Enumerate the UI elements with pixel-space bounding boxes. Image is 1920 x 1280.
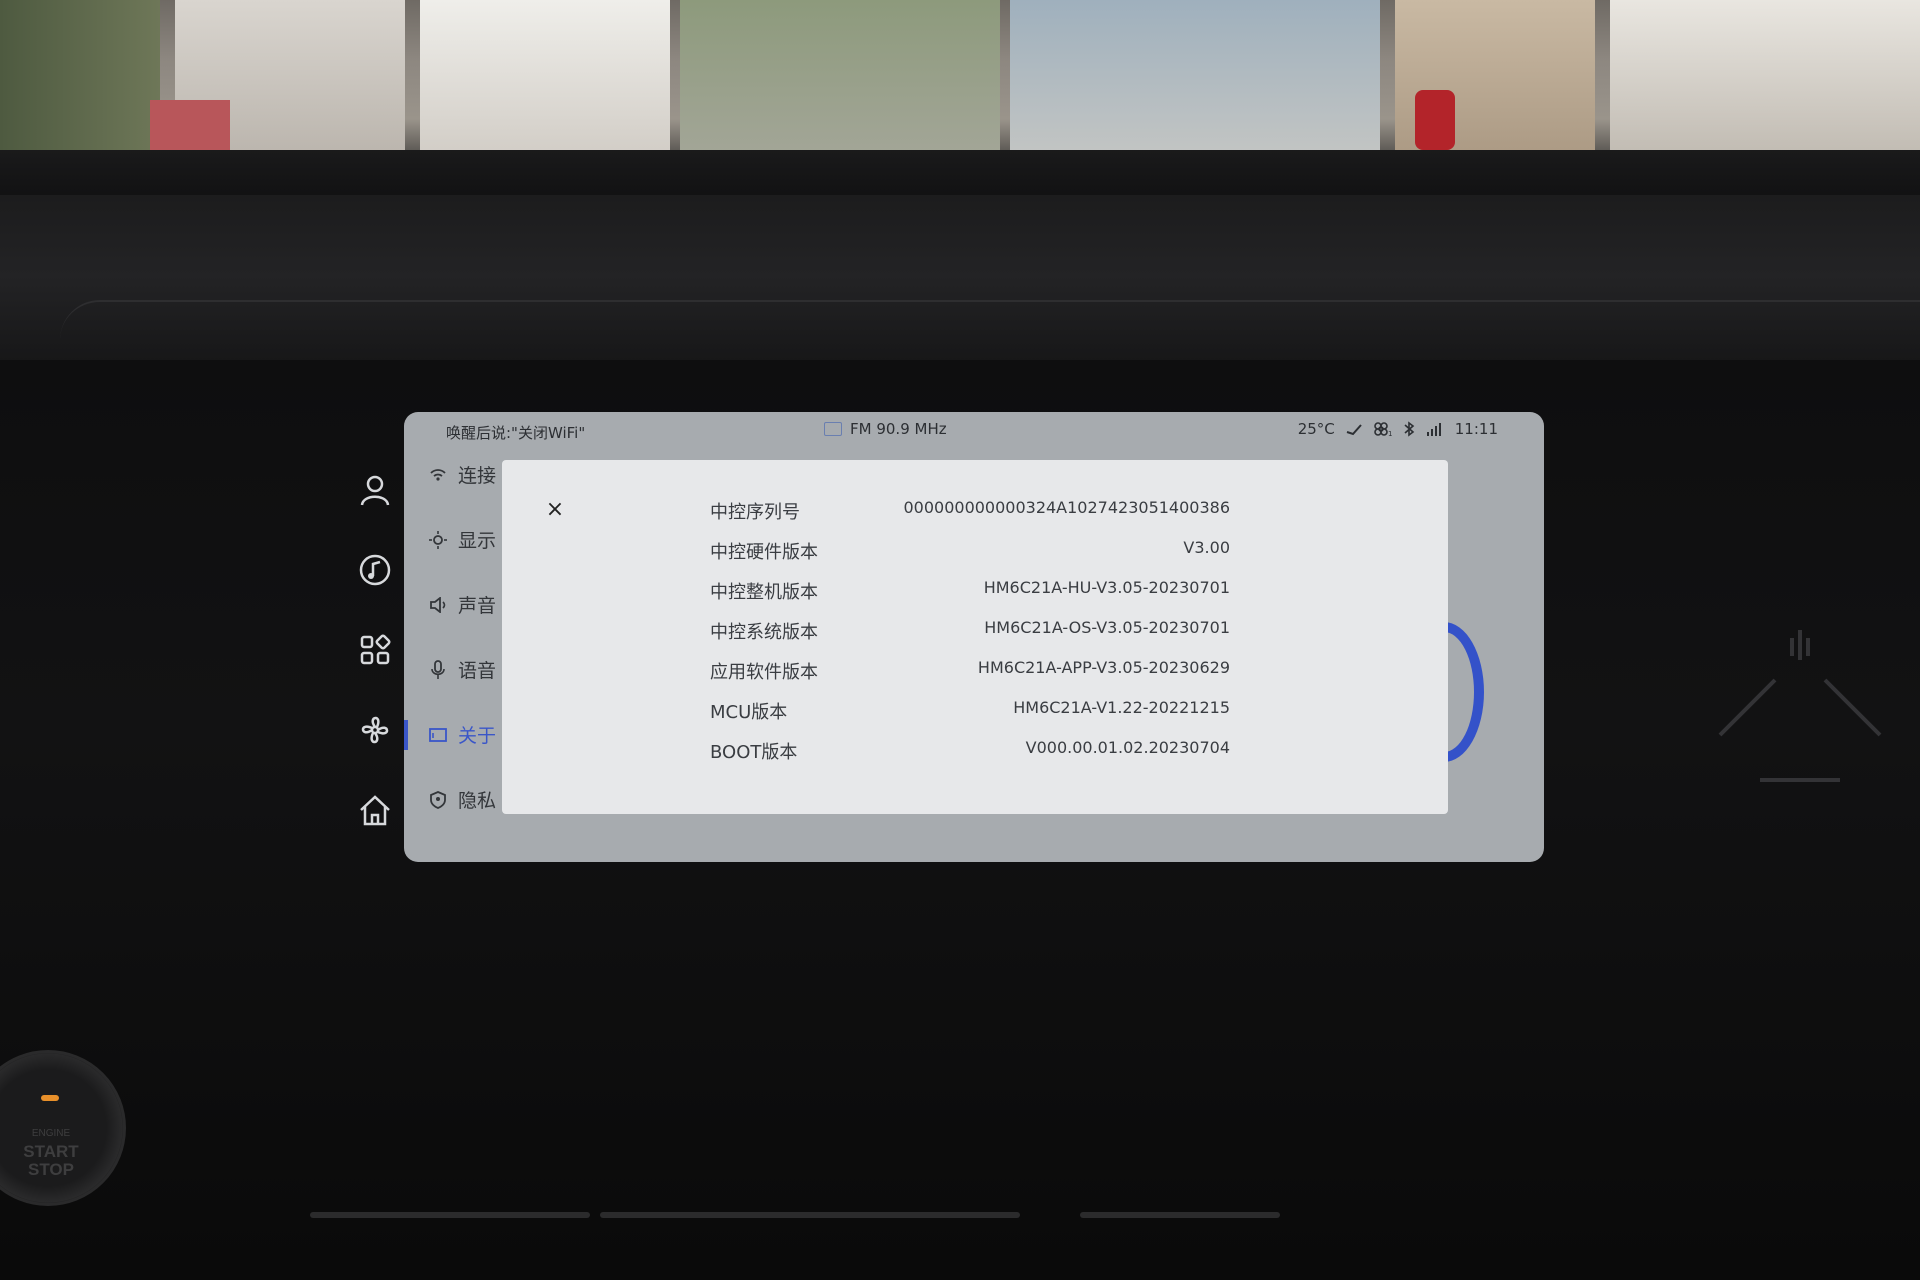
- close-button[interactable]: ×: [542, 496, 568, 522]
- info-row-serial: 中控序列号 000000000000324A1027423051400386: [710, 498, 1230, 528]
- microphone-icon: [428, 659, 448, 680]
- status-bar: 唤醒后说:"关闭WiFi" FM 90.9 MHz 25°C 1 11:11: [404, 412, 1544, 450]
- radio-frequency: FM 90.9 MHz: [850, 420, 947, 438]
- status-indicators: 25°C 1 11:11: [1298, 420, 1498, 438]
- start-button-label: ENGINE START STOP: [11, 1125, 91, 1179]
- settings-item-label: 隐私: [458, 790, 497, 812]
- info-key: BOOT版本: [710, 742, 798, 763]
- shield-icon: [428, 790, 448, 810]
- window-panel: [1610, 0, 1920, 170]
- info-row-mcu-version: MCU版本 HM6C21A-V1.22-20221215: [710, 698, 1230, 728]
- info-value: V3.00: [1183, 538, 1230, 557]
- info-key: 中控整机版本: [710, 582, 818, 603]
- info-value: HM6C21A-V1.22-20221215: [1013, 698, 1230, 717]
- speaker-icon: [428, 595, 448, 615]
- info-key: 中控系统版本: [710, 622, 818, 643]
- info-row-hardware-version: 中控硬件版本 V3.00: [710, 538, 1230, 568]
- signal-icon: [1426, 423, 1441, 436]
- vent-slat: [310, 1212, 590, 1218]
- dashboard-ridge: [60, 300, 1920, 362]
- user-icon[interactable]: [340, 450, 410, 530]
- info-key: 中控序列号: [710, 502, 800, 523]
- info-row-boot-version: BOOT版本 V000.00.01.02.20230704: [710, 738, 1230, 768]
- info-key: 中控硬件版本: [710, 542, 818, 563]
- music-icon[interactable]: [340, 530, 410, 610]
- bluetooth-icon: [1404, 421, 1415, 437]
- fan-icon[interactable]: [340, 690, 410, 770]
- svg-text:1: 1: [1388, 430, 1392, 437]
- info-row-app-version: 应用软件版本 HM6C21A-APP-V3.05-20230629: [710, 658, 1230, 688]
- temperature: 25°C: [1297, 420, 1335, 438]
- settings-item-label: 关于: [458, 725, 497, 747]
- infotainment-screen: 唤醒后说:"关闭WiFi" FM 90.9 MHz 25°C 1 11:11 连…: [404, 412, 1544, 862]
- info-value: HM6C21A-APP-V3.05-20230629: [977, 658, 1230, 677]
- brightness-icon: [428, 530, 448, 550]
- showroom-background: [0, 0, 1920, 170]
- info-row-system-version: 中控系统版本 HM6C21A-OS-V3.05-20230701: [710, 618, 1230, 648]
- info-value: HM6C21A-HU-V3.05-20230701: [983, 578, 1230, 597]
- stop-label: STOP: [28, 1160, 74, 1179]
- radio-status[interactable]: FM 90.9 MHz: [824, 420, 947, 438]
- info-value: 000000000000324A1027423051400386: [903, 498, 1230, 517]
- settings-item-label: 显示: [458, 530, 497, 552]
- engine-label: ENGINE: [31, 1128, 71, 1139]
- info-row-unit-version: 中控整机版本 HM6C21A-HU-V3.05-20230701: [710, 578, 1230, 608]
- hud-projection-icon: [1718, 630, 1882, 782]
- settings-item-label: 连接: [458, 465, 497, 487]
- about-dialog: × 中控序列号 000000000000324A1027423051400386…: [502, 460, 1448, 814]
- vent-slat: [1080, 1212, 1280, 1218]
- vent-slat: [600, 1212, 1020, 1218]
- cloud-icon: [1346, 424, 1362, 436]
- apps-icon[interactable]: [340, 610, 410, 690]
- window-panel: [680, 0, 1000, 170]
- radio-icon: [824, 422, 842, 436]
- window-panel: [420, 0, 670, 170]
- clock: 11:11: [1454, 420, 1498, 438]
- start-label: START: [23, 1142, 79, 1161]
- voice-wake-hint: 唤醒后说:"关闭WiFi": [446, 424, 586, 442]
- info-value: V000.00.01.02.20230704: [1025, 738, 1230, 757]
- side-dock: [340, 450, 410, 850]
- red-decoration: [1415, 90, 1455, 150]
- info-card-icon: [428, 725, 448, 745]
- red-object: [150, 100, 230, 155]
- info-key: MCU版本: [710, 702, 788, 723]
- tree-area: [0, 0, 160, 170]
- window-panel: [1010, 0, 1380, 170]
- info-value: HM6C21A-OS-V3.05-20230701: [984, 618, 1230, 637]
- settings-item-label: 声音: [458, 595, 497, 617]
- fan-icon: 1: [1373, 422, 1392, 437]
- wifi-icon: [428, 465, 448, 485]
- active-indicator: [404, 720, 408, 750]
- info-key: 应用软件版本: [710, 662, 818, 683]
- start-indicator-led: [41, 1095, 59, 1101]
- settings-item-label: 语音: [458, 660, 497, 682]
- home-icon[interactable]: [340, 770, 410, 850]
